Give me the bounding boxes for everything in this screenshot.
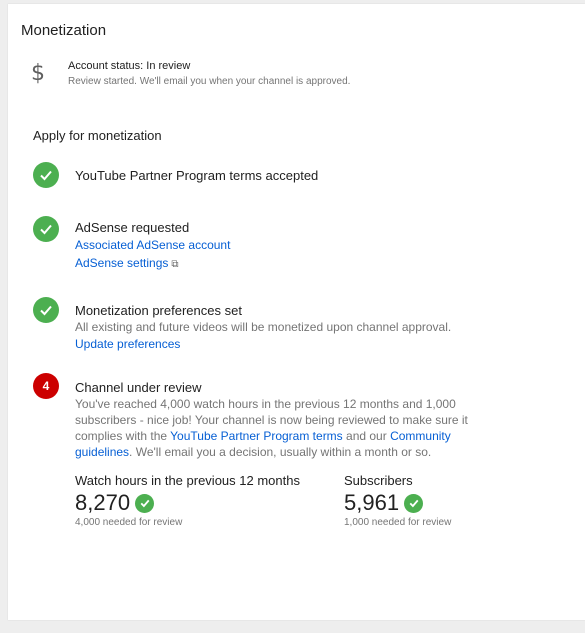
step-description: You've reached 4,000 watch hours in the … bbox=[75, 396, 480, 460]
metric-sub: 4,000 needed for review bbox=[75, 517, 183, 528]
metric-label: Subscribers bbox=[344, 473, 413, 488]
check-icon bbox=[135, 493, 155, 513]
check-icon bbox=[33, 162, 59, 188]
metric-value: 5,961 bbox=[344, 490, 400, 515]
check-icon bbox=[404, 493, 424, 513]
partner-program-terms-link[interactable]: YouTube Partner Program terms bbox=[170, 429, 343, 443]
external-link-icon[interactable]: ⧉ bbox=[171, 259, 178, 270]
step-title: Channel under review bbox=[75, 380, 202, 395]
description-text: and our bbox=[342, 429, 391, 443]
step-title: AdSense requested bbox=[75, 220, 190, 235]
subscribers-metric: Subscribers 5,961 1,000 needed for revie… bbox=[344, 473, 451, 528]
adsense-settings-link[interactable]: AdSense settings bbox=[75, 255, 168, 272]
update-preferences-link[interactable]: Update preferences bbox=[75, 336, 180, 353]
account-status-detail: Review started. We'll email you when you… bbox=[68, 76, 351, 87]
check-icon bbox=[33, 216, 59, 242]
metric-sub: 1,000 needed for review bbox=[344, 517, 452, 528]
metric-label: Watch hours in the previous 12 months bbox=[75, 473, 300, 488]
step-title: YouTube Partner Program terms accepted bbox=[75, 168, 319, 183]
associated-adsense-account-link[interactable]: Associated AdSense account bbox=[75, 237, 230, 254]
apply-section-title: Apply for monetization bbox=[33, 128, 162, 143]
check-icon bbox=[33, 297, 59, 323]
step-number-badge: 4 bbox=[33, 373, 59, 399]
monetization-card: Monetization $ Account status: In review… bbox=[8, 4, 585, 620]
step-description: All existing and future videos will be m… bbox=[75, 320, 452, 334]
watch-hours-metric: Watch hours in the previous 12 months 8,… bbox=[75, 473, 300, 528]
metric-value: 8,270 bbox=[75, 490, 131, 515]
card-title: Monetization bbox=[21, 22, 107, 39]
account-status: Account status: In review bbox=[68, 60, 191, 72]
description-text: . We'll email you a decision, usually wi… bbox=[129, 445, 432, 459]
dollar-icon: $ bbox=[31, 61, 45, 86]
step-title: Monetization preferences set bbox=[75, 303, 242, 318]
